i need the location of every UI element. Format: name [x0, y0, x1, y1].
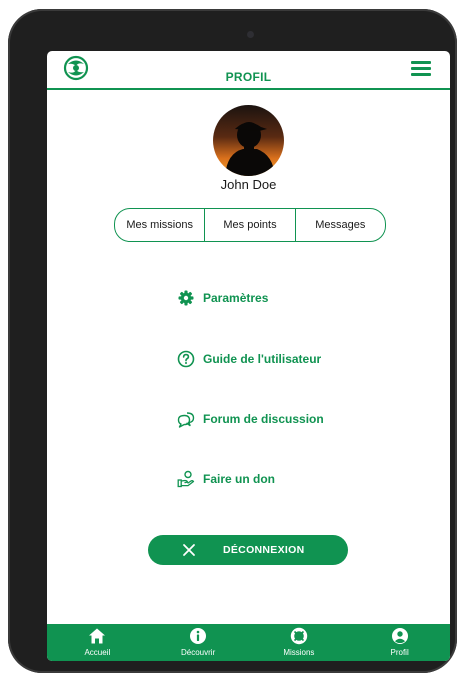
info-icon: [190, 628, 207, 644]
help-circle-icon: [177, 350, 195, 368]
nav-label: Profil: [390, 648, 409, 657]
bottom-navigation: Accueil Découvrir Missions Profil: [47, 624, 450, 661]
menu-item-guide[interactable]: Guide de l'utilisateur: [177, 350, 321, 368]
donate-hand-icon: [177, 470, 195, 488]
front-camera: [247, 31, 254, 38]
menu-item-don[interactable]: Faire un don: [177, 470, 275, 488]
close-icon: [183, 544, 195, 556]
user-icon: [391, 628, 408, 644]
lifebuoy-icon: [290, 627, 308, 645]
logout-label: DÉCONNEXION: [223, 544, 305, 556]
page-title: PROFIL: [225, 70, 272, 84]
tab-mes-missions[interactable]: Mes missions: [115, 209, 204, 241]
nav-item-accueil[interactable]: Accueil: [47, 624, 148, 661]
menu-item-label: Forum de discussion: [203, 412, 324, 426]
home-icon: [89, 628, 106, 644]
menu-item-label: Faire un don: [203, 472, 275, 486]
gear-icon: [178, 290, 194, 306]
menu-item-label: Paramètres: [203, 291, 269, 305]
app-header: PROFIL: [47, 51, 450, 90]
menu-item-parametres[interactable]: Paramètres: [177, 289, 268, 307]
menu-item-forum[interactable]: Forum de discussion: [177, 410, 324, 428]
nav-item-missions[interactable]: Missions: [249, 624, 350, 661]
nav-label: Découvrir: [181, 648, 216, 657]
tablet-frame: PROFIL John Doe Mes missions Mes points …: [8, 9, 457, 673]
nav-item-profil[interactable]: Profil: [349, 624, 450, 661]
chat-bubbles-icon: [177, 412, 195, 428]
tab-messages[interactable]: Messages: [294, 209, 385, 241]
hamburger-menu-icon[interactable]: [411, 59, 433, 77]
app-screen: PROFIL John Doe Mes missions Mes points …: [47, 51, 450, 661]
tab-mes-points[interactable]: Mes points: [204, 209, 294, 241]
user-name: John Doe: [220, 177, 277, 192]
avatar: [213, 105, 284, 176]
nav-item-decouvrir[interactable]: Découvrir: [148, 624, 249, 661]
logout-button[interactable]: DÉCONNEXION: [148, 535, 348, 565]
menu-item-label: Guide de l'utilisateur: [203, 352, 322, 366]
nav-label: Accueil: [84, 648, 111, 657]
nav-label: Missions: [283, 648, 315, 657]
profile-tabs: Mes missions Mes points Messages: [114, 208, 386, 242]
